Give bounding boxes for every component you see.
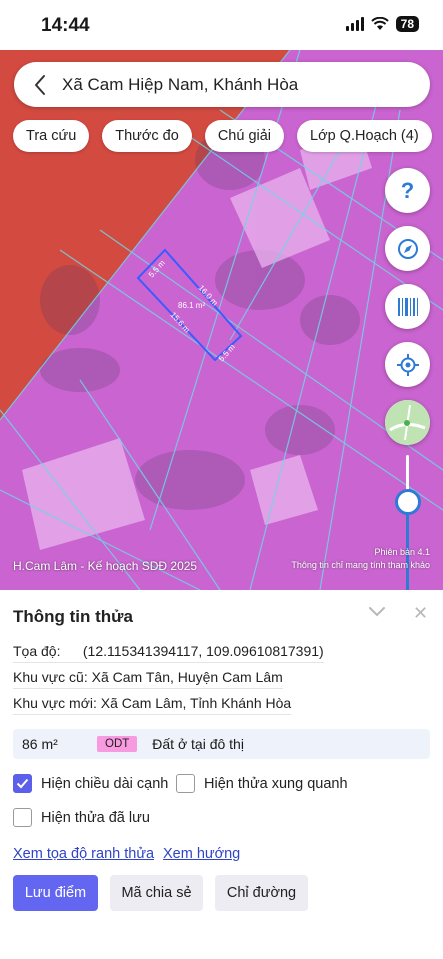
- status-time: 14:44: [41, 15, 90, 36]
- signal-icon: [345, 17, 364, 31]
- panel-title: Thông tin thửa: [13, 607, 133, 626]
- chip-legend[interactable]: Chú giải: [204, 120, 285, 152]
- share-code-button[interactable]: Mã chia sẻ: [110, 875, 203, 911]
- land-area-value: 86 m²: [22, 736, 58, 752]
- show-nearby-parcels-label: Hiện thửa xung quanh: [204, 775, 348, 792]
- wifi-icon: [370, 17, 389, 30]
- chip-lookup[interactable]: Tra cứu: [13, 120, 90, 152]
- version-info: Phiên bản 4.1 Thông tin chỉ mang tính th…: [291, 546, 430, 572]
- old-area-value: Xã Cam Tân, Huyện Cam Lâm: [91, 669, 283, 685]
- locate-button[interactable]: [385, 342, 430, 387]
- show-saved-parcels-checkbox[interactable]: [13, 808, 32, 827]
- chevron-down-icon[interactable]: [367, 605, 387, 619]
- disclaimer-label: Thông tin chỉ mang tính tham khảo: [291, 560, 430, 570]
- compass-icon: [397, 238, 418, 259]
- show-saved-parcels-label: Hiện thửa đã lưu: [41, 809, 150, 826]
- show-nearby-parcels-checkbox[interactable]: [176, 774, 195, 793]
- show-nearby-parcels-option[interactable]: Hiện thửa xung quanh: [176, 774, 348, 793]
- old-area-row: Khu vực cũ: Xã Cam Tân, Huyện Cam Lâm: [13, 669, 283, 689]
- status-icons: 78: [345, 16, 419, 32]
- locate-icon: [396, 353, 419, 376]
- compass-button[interactable]: [385, 226, 430, 271]
- version-label: Phiên bản 4.1: [374, 547, 430, 557]
- coord-row: Tọa độ: (12.115341394117, 109.0961081739…: [13, 643, 324, 663]
- new-area-value: Xã Cam Lâm, Tỉnh Khánh Hòa: [100, 695, 292, 711]
- close-icon[interactable]: ✕: [413, 603, 428, 624]
- save-point-button[interactable]: Lưu điểm: [13, 875, 98, 911]
- status-bar: 14:44 78: [0, 0, 443, 50]
- directions-button[interactable]: Chỉ đường: [215, 875, 308, 911]
- land-type-label: Đất ở tại đô thị: [152, 736, 244, 752]
- view-boundary-coords-link[interactable]: Xem tọa độ ranh thửa: [13, 846, 154, 862]
- show-edge-length-checkbox[interactable]: [13, 774, 32, 793]
- map-plan-caption: H.Cam Lâm - Kế hoạch SDĐ 2025: [13, 559, 198, 573]
- barcode-button[interactable]: [385, 284, 430, 329]
- new-area-row: Khu vực mới: Xã Cam Lâm, Tỉnh Khánh Hòa: [13, 695, 292, 715]
- parcel-info-panel: Thông tin thửa ✕ Tọa độ: (12.11534139411…: [0, 590, 443, 959]
- location-search-bar[interactable]: Xã Cam Hiệp Nam, Khánh Hòa: [14, 62, 430, 107]
- chip-planning-layers[interactable]: Lớp Q.Hoạch (4): [297, 120, 432, 152]
- map-layer-icon: [385, 400, 430, 445]
- show-edge-length-label: Hiện chiều dài cạnh: [41, 775, 169, 792]
- help-button[interactable]: ?: [385, 168, 430, 213]
- location-title: Xã Cam Hiệp Nam, Khánh Hòa: [62, 74, 299, 94]
- show-saved-parcels-option[interactable]: Hiện thửa đã lưu: [13, 808, 150, 827]
- view-direction-link[interactable]: Xem hướng: [163, 846, 240, 862]
- chip-measure[interactable]: Thước đo: [102, 120, 192, 152]
- coord-value: (12.115341394117, 109.09610817391): [82, 643, 324, 659]
- old-area-label: Khu vực cũ:: [13, 669, 88, 685]
- show-edge-length-option[interactable]: Hiện chiều dài cạnh: [13, 774, 168, 793]
- map-layer-button[interactable]: [385, 400, 430, 445]
- barcode-icon: [397, 297, 418, 316]
- checkmark-icon: [16, 778, 29, 789]
- back-arrow-icon[interactable]: [20, 62, 60, 107]
- help-icon: ?: [400, 177, 415, 203]
- battery-indicator: 78: [395, 16, 419, 32]
- land-code-badge: ODT: [97, 736, 138, 752]
- new-area-label: Khu vực mới:: [13, 695, 97, 711]
- land-area-row: 86 m² ODT Đất ở tại đô thị: [13, 729, 430, 759]
- toolbar-chips: Tra cứu Thước đo Chú giải Lớp Q.Hoạch (4…: [13, 120, 432, 152]
- coord-label: Tọa độ:: [13, 643, 61, 659]
- opacity-slider-thumb[interactable]: [395, 489, 421, 515]
- parcel-area: 86.1 m²: [178, 301, 205, 310]
